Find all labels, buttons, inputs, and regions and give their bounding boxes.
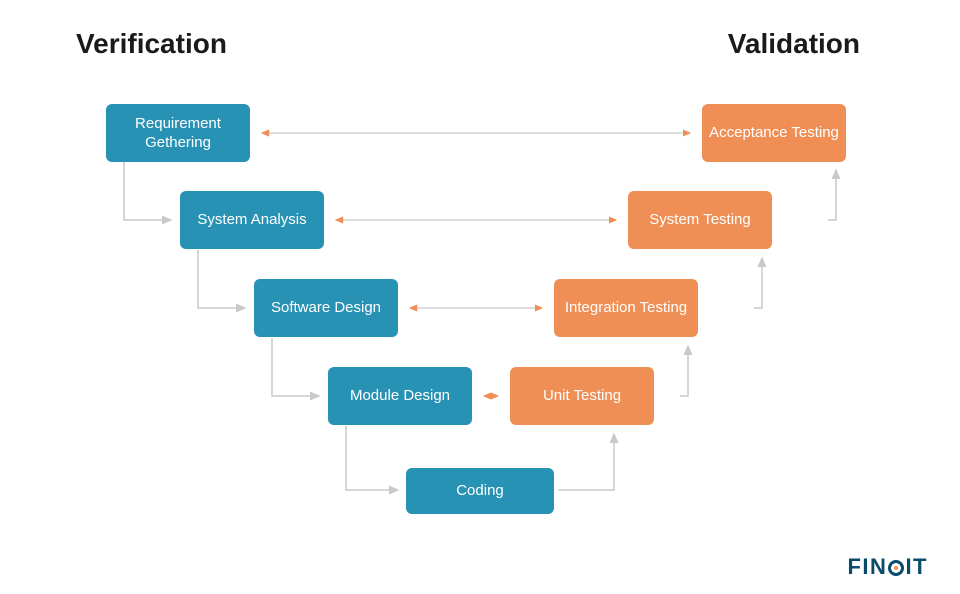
box-acceptance-testing: Acceptance Testing bbox=[702, 104, 846, 162]
logo-text-part: FIN bbox=[847, 554, 887, 580]
box-label: Requirement Gethering bbox=[112, 114, 244, 153]
box-unit-testing: Unit Testing bbox=[510, 367, 654, 425]
box-label: System Analysis bbox=[197, 210, 306, 230]
box-label: Module Design bbox=[350, 386, 450, 406]
logo-text-part: IT bbox=[905, 554, 928, 580]
box-label: Unit Testing bbox=[543, 386, 621, 406]
box-requirement-gathering: Requirement Gethering bbox=[106, 104, 250, 162]
validation-heading: Validation bbox=[728, 28, 860, 60]
verification-heading: Verification bbox=[76, 28, 227, 60]
box-module-design: Module Design bbox=[328, 367, 472, 425]
logo-o-icon bbox=[888, 560, 904, 576]
box-system-testing: System Testing bbox=[628, 191, 772, 249]
box-label: Integration Testing bbox=[565, 298, 687, 318]
box-label: System Testing bbox=[649, 210, 750, 230]
finoit-logo: FIN IT bbox=[847, 554, 928, 580]
box-software-design: Software Design bbox=[254, 279, 398, 337]
box-system-analysis: System Analysis bbox=[180, 191, 324, 249]
box-coding: Coding bbox=[406, 468, 554, 514]
box-integration-testing: Integration Testing bbox=[554, 279, 698, 337]
box-label: Software Design bbox=[271, 298, 381, 318]
box-label: Coding bbox=[456, 481, 504, 501]
box-label: Acceptance Testing bbox=[709, 123, 839, 143]
